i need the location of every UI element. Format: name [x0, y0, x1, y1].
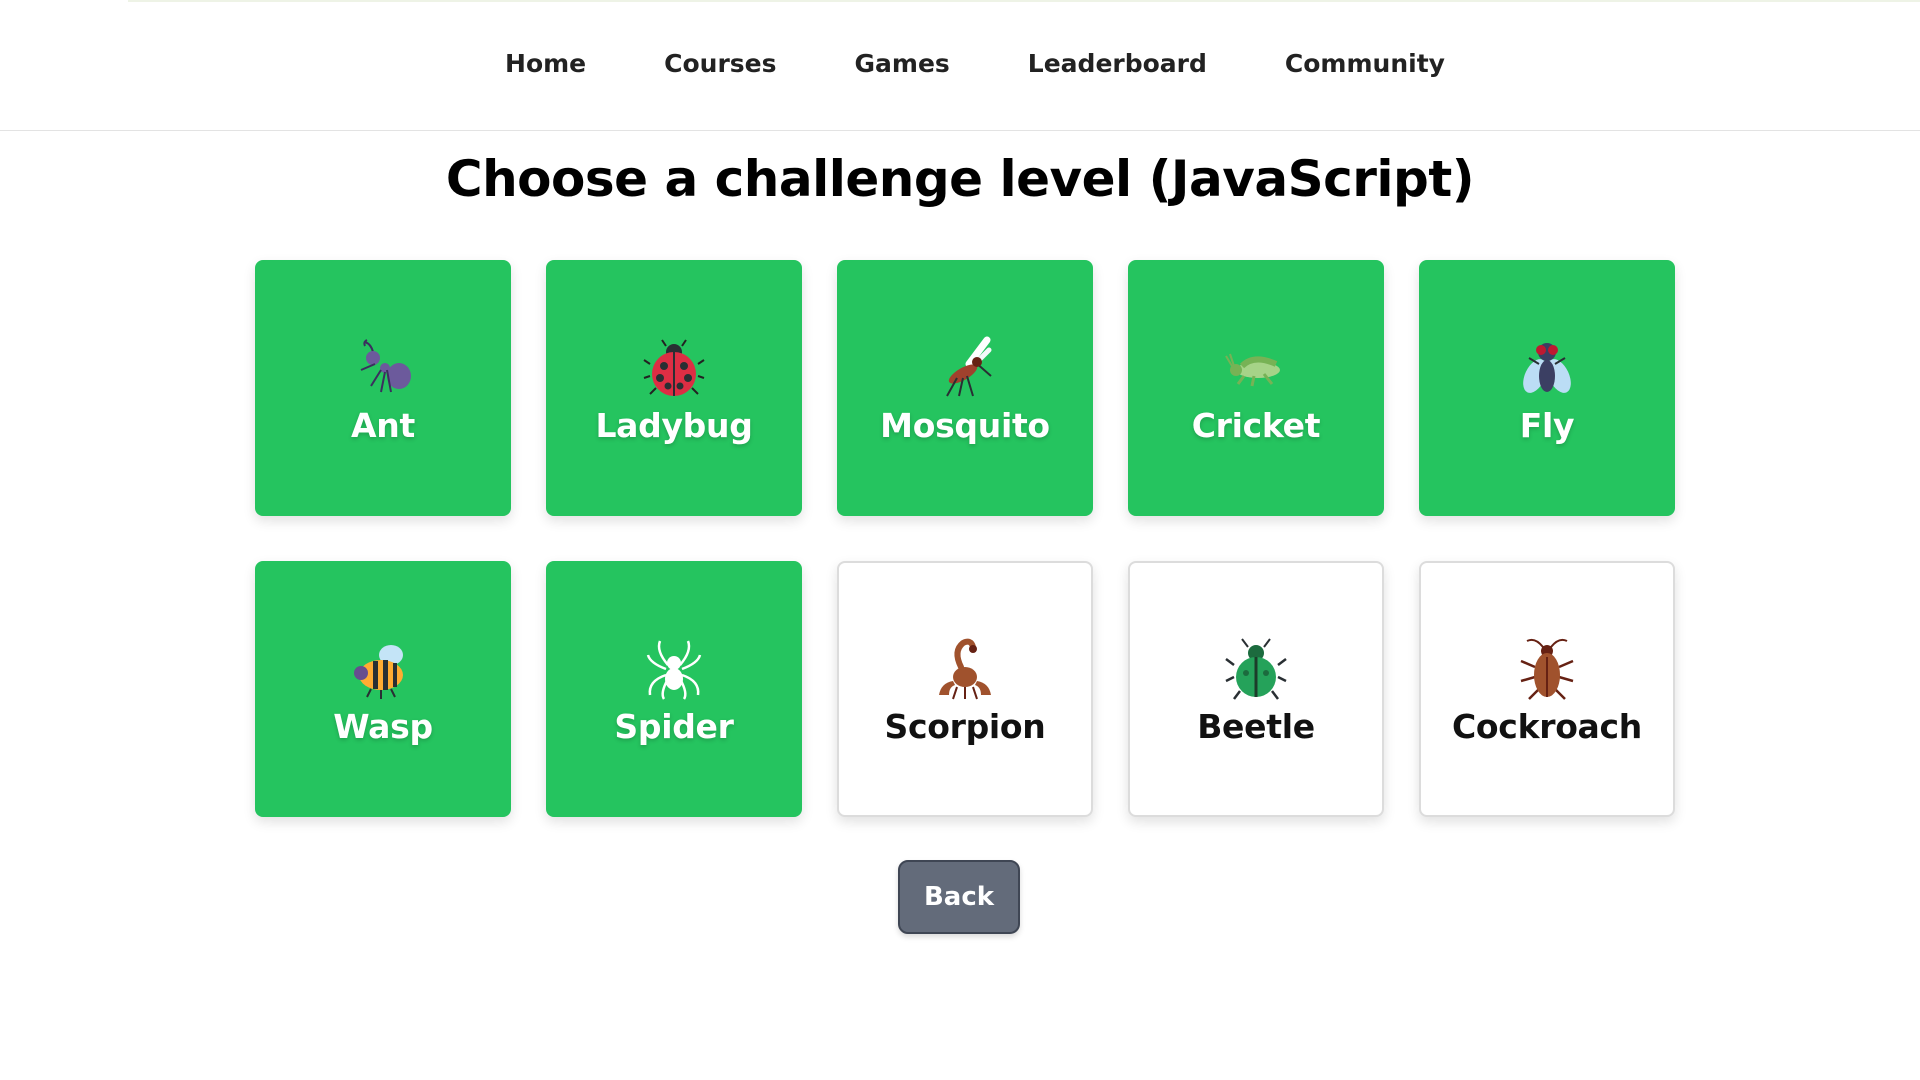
level-card-fly[interactable]: Fly — [1419, 260, 1675, 516]
level-card-beetle[interactable]: Beetle — [1128, 561, 1384, 817]
level-label: Cricket — [1191, 405, 1321, 445]
level-card-ant[interactable]: Ant — [255, 260, 511, 516]
top-navbar: Home Courses Games Leaderboard Community — [0, 0, 1920, 131]
scorpion-icon — [939, 638, 991, 699]
wasp-icon — [354, 644, 403, 699]
level-card-wasp[interactable]: Wasp — [255, 561, 511, 817]
level-label: Beetle — [1197, 706, 1315, 746]
cricket-icon — [1225, 353, 1280, 386]
beetle-icon — [1225, 637, 1287, 700]
level-card-spider[interactable]: Spider — [546, 561, 802, 817]
nav-home[interactable]: Home — [466, 49, 625, 78]
level-label: Spider — [614, 706, 734, 746]
level-card-cockroach[interactable]: Cockroach — [1419, 561, 1675, 817]
back-button[interactable]: Back — [898, 860, 1020, 934]
fly-icon — [1523, 342, 1571, 393]
cockroach-icon — [1520, 638, 1574, 700]
level-label: Scorpion — [884, 706, 1046, 746]
level-label: Wasp — [333, 706, 433, 746]
level-card-scorpion[interactable]: Scorpion — [837, 561, 1093, 817]
level-card-ladybug[interactable]: Ladybug — [546, 260, 802, 516]
nav-leaderboard[interactable]: Leaderboard — [989, 49, 1246, 78]
level-label: Fly — [1519, 405, 1575, 445]
level-card-mosquito[interactable]: Mosquito — [837, 260, 1093, 516]
nav-games[interactable]: Games — [816, 49, 989, 78]
ant-icon — [360, 338, 411, 392]
level-grid: Ant Ladybug Mosquito Cricket Fly Wasp Sp… — [255, 260, 1675, 817]
level-label: Ant — [351, 405, 415, 445]
nav-courses[interactable]: Courses — [625, 49, 815, 78]
nav-menu: Home Courses Games Leaderboard Community — [466, 49, 1484, 78]
level-label: Ladybug — [595, 405, 753, 445]
spider-icon — [646, 640, 702, 700]
level-card-cricket[interactable]: Cricket — [1128, 260, 1384, 516]
ladybug-icon — [643, 338, 705, 396]
level-label: Mosquito — [880, 405, 1050, 445]
level-label: Cockroach — [1452, 706, 1642, 746]
mosquito-icon — [946, 336, 992, 396]
nav-community[interactable]: Community — [1246, 49, 1484, 78]
page-title: Choose a challenge level (JavaScript) — [445, 150, 1475, 208]
